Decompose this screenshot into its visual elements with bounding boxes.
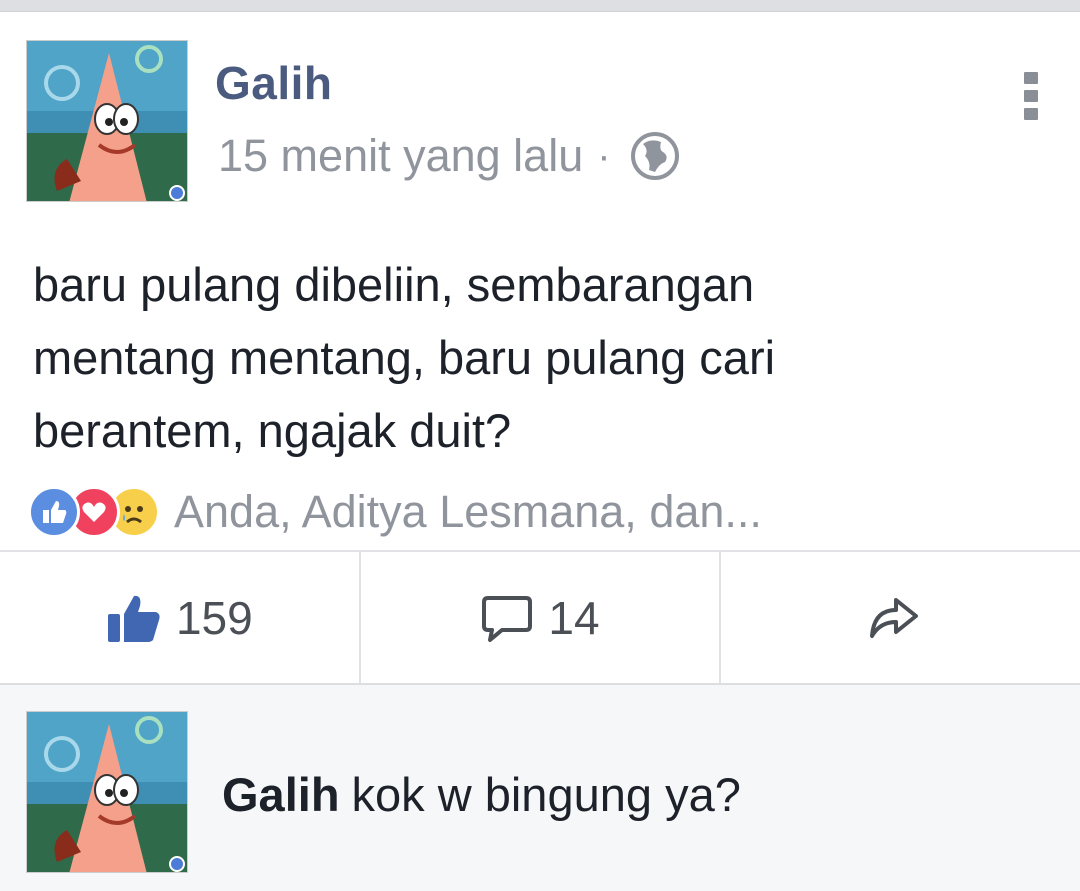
top-divider-strip — [0, 0, 1080, 12]
commenter-avatar[interactable] — [26, 711, 188, 873]
like-button[interactable]: 159 — [0, 552, 359, 683]
reaction-names: Anda, Aditya Lesmana, dan... — [174, 486, 762, 537]
like-count: 159 — [175, 591, 253, 644]
meta-separator: · — [597, 133, 611, 178]
more-options-button[interactable] — [1018, 72, 1044, 124]
post-meta: 15 menit yang lalu · — [218, 130, 681, 182]
post-action-bar: 159 14 — [0, 550, 1080, 685]
author-avatar[interactable] — [26, 40, 188, 202]
post-author-name[interactable]: Galih — [215, 56, 333, 110]
comment-item: Galih kok w bingung ya? — [0, 685, 1080, 891]
post-text-line: baru pulang dibeliin, sembarangan — [33, 258, 755, 311]
post-text-line: berantem, ngajak duit? — [33, 404, 512, 457]
comment-body: Galih kok w bingung ya? — [222, 767, 741, 822]
post-text-line: mentang mentang, baru pulang cari — [33, 331, 776, 384]
comment-text: kok w bingung ya? — [351, 768, 741, 821]
post-card: Galih 15 menit yang lalu · baru pulang d… — [0, 12, 1080, 685]
comment-count: 14 — [548, 591, 600, 644]
comment-author-name[interactable]: Galih — [222, 768, 340, 821]
comment-button[interactable]: 14 — [358, 552, 720, 683]
share-button[interactable] — [719, 552, 1080, 683]
globe-icon — [630, 132, 679, 180]
like-reaction-icon — [28, 486, 80, 538]
post-text: baru pulang dibeliin, sembarangan mentan… — [33, 248, 1033, 467]
reactions-summary[interactable]: Anda, Aditya Lesmana, dan... — [28, 482, 762, 542]
post-timestamp[interactable]: 15 menit yang lalu — [218, 130, 583, 182]
share-icon — [869, 597, 918, 638]
thumbs-up-icon — [107, 595, 160, 642]
more-vertical-icon — [1024, 72, 1038, 84]
comment-bubble-icon — [482, 595, 533, 642]
